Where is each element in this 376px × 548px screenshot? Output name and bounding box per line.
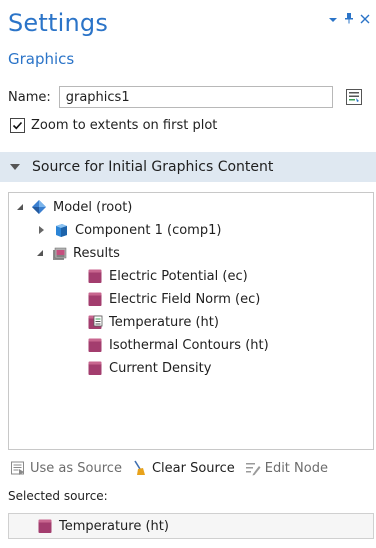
- selected-source-field: Temperature (ht): [8, 513, 374, 539]
- clear-source-button[interactable]: Clear Source: [132, 460, 235, 476]
- tree-label: Component 1 (comp1): [75, 222, 222, 238]
- results-icon: [51, 245, 67, 261]
- component-icon: [53, 222, 69, 238]
- name-row: Name:: [8, 84, 370, 110]
- zoom-extents-label: Zoom to extents on first plot: [31, 118, 218, 133]
- name-input[interactable]: [58, 86, 333, 108]
- section-label: Source for Initial Graphics Content: [32, 159, 274, 175]
- plot-group-icon: [87, 291, 103, 307]
- selected-source-value: Temperature (ht): [59, 518, 169, 534]
- chevron-down-icon: [10, 164, 20, 170]
- section-header-source[interactable]: Source for Initial Graphics Content: [0, 152, 376, 182]
- use-as-source-button[interactable]: Use as Source: [10, 460, 122, 476]
- clear-source-label: Clear Source: [151, 460, 235, 476]
- rename-icon[interactable]: [343, 86, 365, 108]
- tree-label: Isothermal Contours (ht): [109, 337, 269, 353]
- expand-arrow-icon[interactable]: [17, 204, 23, 210]
- tree-node-electric-field-norm[interactable]: Electric Field Norm (ec): [87, 288, 260, 310]
- dropdown-icon[interactable]: [328, 13, 338, 27]
- broom-icon: [132, 460, 148, 476]
- expand-arrow-icon[interactable]: [37, 250, 43, 256]
- tree-label: Electric Potential (ec): [109, 268, 248, 284]
- zoom-extents-checkbox-row[interactable]: Zoom to extents on first plot: [10, 118, 217, 133]
- tree-label: Temperature (ht): [109, 314, 219, 330]
- plot-group-icon: [87, 360, 103, 376]
- selected-source-label: Selected source:: [8, 489, 108, 503]
- edit-node-button[interactable]: Edit Node: [245, 460, 328, 476]
- tree-label: Model (root): [53, 199, 133, 215]
- window-controls: [328, 12, 370, 27]
- close-icon[interactable]: [360, 13, 370, 27]
- tree-node-results[interactable]: Results: [37, 242, 120, 264]
- plot-group-doc-icon: [87, 314, 103, 330]
- edit-node-icon: [245, 460, 261, 476]
- pin-icon[interactable]: [344, 12, 354, 27]
- collapse-arrow-icon[interactable]: [39, 226, 44, 234]
- tree-node-electric-potential[interactable]: Electric Potential (ec): [87, 265, 248, 287]
- tree-node-temperature[interactable]: Temperature (ht): [87, 311, 219, 333]
- tree-node-component[interactable]: Component 1 (comp1): [37, 219, 221, 241]
- plot-group-icon: [87, 337, 103, 353]
- tree-label: Current Density: [109, 360, 212, 376]
- plot-group-icon: [37, 518, 53, 534]
- tree-label: Results: [73, 245, 120, 261]
- source-toolbar: Use as Source Clear Source Edit Node: [10, 460, 338, 476]
- tree-node-isothermal-contours[interactable]: Isothermal Contours (ht): [87, 334, 269, 356]
- tree-node-current-density[interactable]: Current Density: [87, 357, 211, 379]
- zoom-extents-checkbox[interactable]: [10, 118, 25, 133]
- panel-title: Settings: [8, 9, 109, 37]
- edit-node-label: Edit Node: [264, 460, 328, 476]
- tree-node-model-root[interactable]: Model (root): [17, 196, 132, 218]
- model-icon: [31, 199, 47, 215]
- model-tree[interactable]: Model (root) Component 1 (comp1) Results: [8, 192, 374, 450]
- use-as-source-label: Use as Source: [30, 460, 122, 476]
- tree-label: Electric Field Norm (ec): [109, 291, 261, 307]
- panel-subtitle: Graphics: [8, 50, 75, 68]
- name-label: Name:: [8, 89, 51, 105]
- plot-group-icon: [87, 268, 103, 284]
- use-as-source-icon: [10, 460, 26, 476]
